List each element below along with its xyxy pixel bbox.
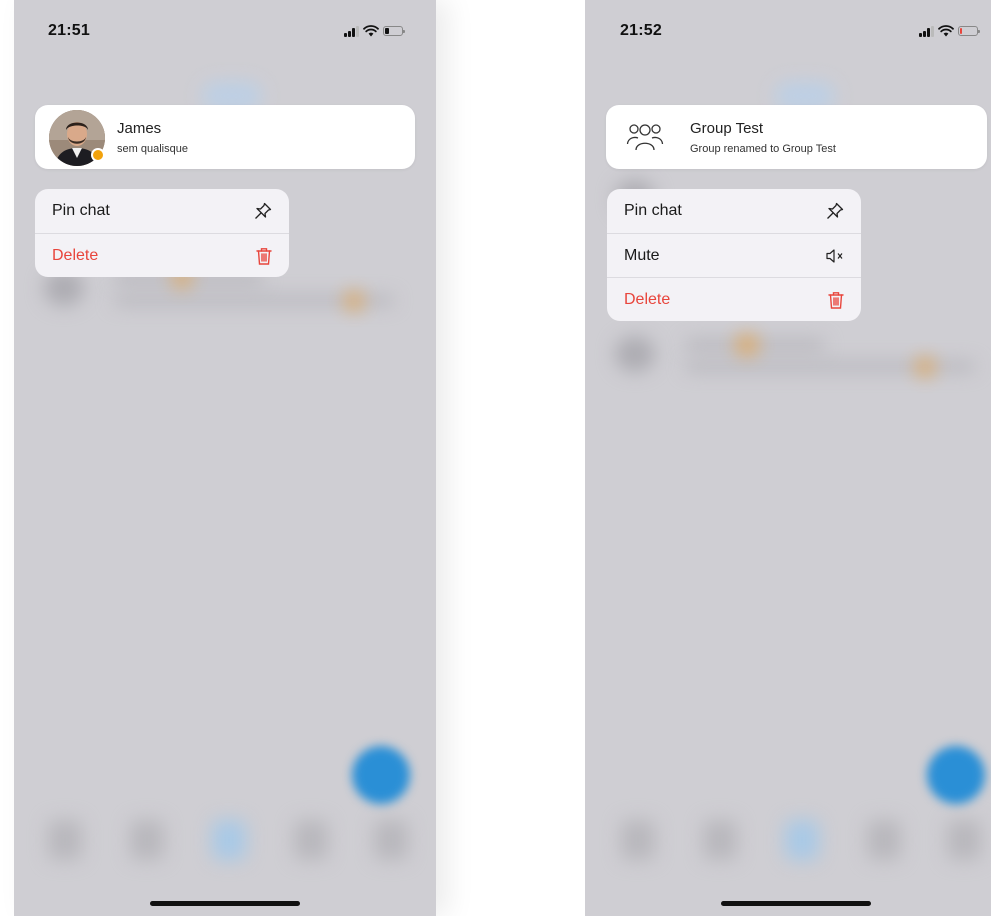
context-menu: Pin chat Mute Delete	[607, 189, 861, 321]
battery-icon	[958, 26, 980, 36]
blurred-tab	[374, 820, 408, 860]
blurred-tab	[130, 820, 164, 860]
chat-preview-card[interactable]: James sem qualisque	[35, 105, 415, 169]
blurred-emoji	[915, 357, 935, 377]
menu-item-label: Mute	[624, 246, 660, 264]
status-icons	[344, 25, 405, 37]
chat-name: Group Test	[690, 120, 764, 137]
wifi-icon	[363, 25, 379, 37]
menu-item-label: Pin chat	[624, 202, 682, 219]
group-icon	[626, 120, 664, 159]
new-chat-fab[interactable]	[352, 746, 410, 804]
blurred-emoji	[735, 334, 759, 356]
pin-icon	[253, 201, 273, 221]
trash-icon	[255, 246, 273, 266]
phone-screen-right: 21:52 Group Test Group renamed to Group	[585, 0, 991, 916]
status-time: 21:52	[620, 22, 662, 39]
battery-icon	[383, 26, 405, 36]
presence-badge	[91, 148, 105, 162]
menu-item-pin-chat[interactable]: Pin chat	[607, 189, 861, 233]
menu-item-delete[interactable]: Delete	[607, 277, 861, 321]
blurred-tab	[867, 820, 901, 860]
menu-item-label: Delete	[624, 290, 671, 308]
pin-icon	[825, 201, 845, 221]
home-indicator[interactable]	[150, 901, 300, 906]
blurred-emoji	[344, 291, 364, 311]
signal-icon	[919, 25, 934, 37]
status-time: 21:51	[48, 22, 90, 39]
menu-item-delete[interactable]: Delete	[35, 233, 289, 277]
chat-preview-card[interactable]: Group Test Group renamed to Group Test	[606, 105, 987, 169]
status-icons	[919, 25, 980, 37]
home-indicator[interactable]	[721, 901, 871, 906]
blurred-tab	[294, 820, 328, 860]
menu-item-label: Delete	[52, 246, 99, 264]
menu-item-pin-chat[interactable]: Pin chat	[35, 189, 289, 233]
new-chat-fab[interactable]	[927, 746, 985, 804]
speaker-mute-icon	[825, 248, 845, 264]
chat-name: James	[117, 120, 162, 137]
blurred-tab	[947, 820, 981, 860]
signal-icon	[344, 25, 359, 37]
trash-icon	[827, 290, 845, 310]
wifi-icon	[938, 25, 954, 37]
blurred-tab	[48, 820, 82, 860]
context-menu: Pin chat Delete	[35, 189, 289, 277]
blurred-tab	[621, 820, 655, 860]
blurred-tab	[212, 820, 246, 860]
phone-screen-left: 21:51 James sem qualisque Pin chat Delet…	[14, 0, 436, 916]
chat-subtitle: Group renamed to Group Test	[690, 143, 836, 155]
blurred-tab	[703, 820, 737, 860]
menu-item-label: Pin chat	[52, 202, 110, 219]
chat-subtitle: sem qualisque	[117, 143, 188, 155]
blurred-tab	[785, 820, 819, 860]
blurred-avatar	[615, 336, 655, 372]
menu-item-mute[interactable]: Mute	[607, 233, 861, 277]
